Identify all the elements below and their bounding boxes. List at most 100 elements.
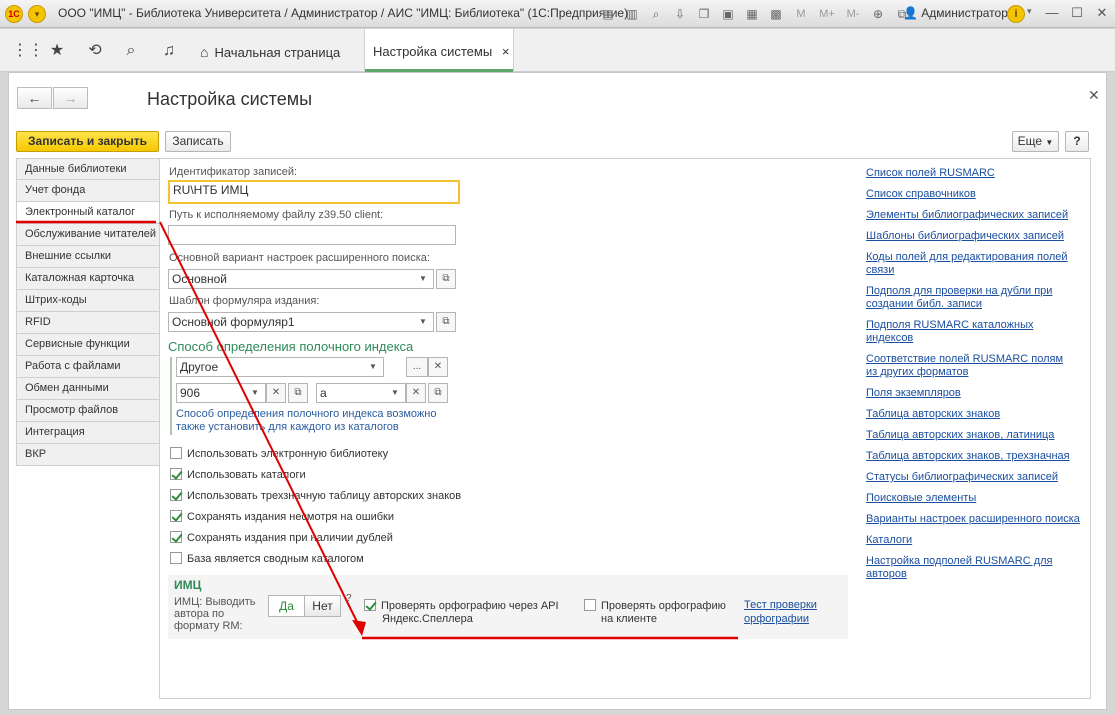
- notifications-bell-icon[interactable]: ♫: [158, 41, 180, 61]
- save-despite-errors-checkbox[interactable]: Сохранять издания несмотря на ошибки: [170, 510, 394, 526]
- reference-link[interactable]: Список полей RUSMARC: [866, 167, 1086, 180]
- reference-link[interactable]: Список справочников: [866, 188, 1086, 201]
- open-icon[interactable]: ⧉: [436, 269, 456, 289]
- clear-icon[interactable]: ✕: [406, 383, 426, 403]
- nav-item[interactable]: Каталожная карточка: [16, 268, 160, 290]
- nav-item[interactable]: Обмен данными: [16, 378, 160, 400]
- form-close-icon[interactable]: ✕: [1088, 87, 1100, 104]
- print-icon[interactable]: ▤: [598, 4, 618, 24]
- nav-item-active[interactable]: Электронный каталог: [16, 202, 160, 224]
- nav-item[interactable]: RFID: [16, 312, 160, 334]
- forward-button[interactable]: →: [53, 87, 88, 109]
- main-menu-button[interactable]: ▾: [28, 5, 46, 23]
- reference-link[interactable]: Таблица авторских знаков, латиница: [866, 429, 1086, 442]
- shelf-subfield-code-select[interactable]: a ▼: [316, 383, 406, 403]
- reference-link[interactable]: Шаблоны библиографических записей: [866, 230, 1086, 243]
- clear-icon[interactable]: ✕: [428, 357, 448, 377]
- back-button[interactable]: ←: [17, 87, 52, 109]
- spellcheck-test-link-line-2[interactable]: орфографии: [744, 613, 809, 625]
- shelf-index-section-title: Способ определения полочного индекса: [168, 339, 414, 354]
- zoom-icon[interactable]: ⊕: [868, 4, 888, 24]
- template-select[interactable]: Основной формуляр1 ▼: [168, 312, 434, 332]
- apps-grid-icon[interactable]: ⋮⋮: [12, 41, 44, 61]
- help-question-icon[interactable]: ?: [346, 593, 352, 604]
- reference-link[interactable]: Варианты настроек расширенного поиска: [866, 513, 1086, 526]
- nav-item[interactable]: Работа с файлами: [16, 356, 160, 378]
- reference-link[interactable]: Поля экземпляров: [866, 387, 1086, 400]
- ellipsis-button[interactable]: ...: [406, 357, 428, 377]
- nav-item[interactable]: Обслуживание читателей: [16, 224, 160, 246]
- search-icon[interactable]: ⌕: [120, 41, 142, 61]
- more-menu-button[interactable]: Еще ▼: [1012, 131, 1059, 152]
- reference-link[interactable]: Подполя RUSMARC каталожных индексов: [866, 319, 1086, 345]
- save-and-close-button[interactable]: Записать и закрыть: [16, 131, 159, 152]
- copy-icon[interactable]: ❐: [694, 4, 714, 24]
- minimize-icon[interactable]: —: [1043, 5, 1061, 20]
- search-variant-select[interactable]: Основной ▼: [168, 269, 434, 289]
- open-icon[interactable]: ⧉: [288, 383, 308, 403]
- chevron-down-icon[interactable]: ▼: [415, 270, 431, 288]
- spellcheck-test-link[interactable]: Тест проверки: [744, 599, 817, 611]
- reference-link[interactable]: Коды полей для редактирования полей связи: [866, 251, 1086, 277]
- reference-link[interactable]: Таблица авторских знаков, трехзначная: [866, 450, 1086, 463]
- chevron-down-icon[interactable]: ▼: [415, 313, 431, 331]
- reference-link[interactable]: Поисковые элементы: [866, 492, 1086, 505]
- toggle-yes[interactable]: Да: [269, 596, 305, 616]
- chevron-down-icon[interactable]: ▼: [247, 384, 263, 402]
- tab-system-settings[interactable]: Настройка системы ×: [364, 29, 514, 72]
- use-catalogs-checkbox[interactable]: Использовать каталоги: [170, 468, 306, 484]
- use-e-library-checkbox[interactable]: Использовать электронную библиотеку: [170, 447, 388, 463]
- checkbox-label: Использовать трехзначную таблицу авторск…: [187, 490, 462, 502]
- reference-link[interactable]: Подполя для проверки на дубли при создани…: [866, 285, 1086, 311]
- memory-minus-button[interactable]: M-: [842, 4, 864, 24]
- rm-format-toggle[interactable]: Да Нет: [268, 595, 341, 617]
- nav-item[interactable]: Сервисные функции: [16, 334, 160, 356]
- info-dropdown-icon[interactable]: ▾: [1027, 6, 1032, 17]
- window-close-icon[interactable]: ✕: [1093, 5, 1111, 21]
- tab-home[interactable]: ⌂ Начальная страница: [192, 29, 348, 72]
- reference-link[interactable]: Соответствие полей RUSMARC полям из други…: [866, 353, 1086, 379]
- reference-link[interactable]: Элементы библиографических записей: [866, 209, 1086, 222]
- reference-link[interactable]: Статусы библиографических записей: [866, 471, 1086, 484]
- reference-link[interactable]: Настройка подполей RUSMARC для авторов: [866, 555, 1086, 581]
- favorites-star-icon[interactable]: ★: [46, 41, 68, 61]
- use-three-digit-table-checkbox[interactable]: Использовать трехзначную таблицу авторск…: [170, 489, 461, 505]
- nav-item[interactable]: Интеграция: [16, 422, 160, 444]
- memory-plus-button[interactable]: M+: [816, 4, 838, 24]
- save-with-duplicates-checkbox[interactable]: Сохранять издания при наличии дублей: [170, 531, 393, 547]
- nav-item[interactable]: Учет фонда: [16, 180, 160, 202]
- save-file-icon[interactable]: ⇩: [670, 4, 690, 24]
- chevron-down-icon[interactable]: ▼: [365, 358, 381, 376]
- nav-item[interactable]: ВКР: [16, 444, 160, 466]
- paste-icon[interactable]: ▣: [718, 4, 738, 24]
- shelf-field-code-select[interactable]: 906 ▼: [176, 383, 266, 403]
- help-button[interactable]: ?: [1065, 131, 1089, 152]
- info-button[interactable]: i: [1007, 5, 1025, 23]
- history-icon[interactable]: ⟲: [84, 41, 106, 61]
- nav-item[interactable]: Просмотр файлов: [16, 400, 160, 422]
- union-catalog-checkbox[interactable]: База является сводным каталогом: [170, 552, 364, 568]
- save-button[interactable]: Записать: [165, 131, 231, 152]
- reference-link[interactable]: Каталоги: [866, 534, 1086, 547]
- current-user[interactable]: 👤 Администратор: [903, 6, 1008, 20]
- calculator-icon[interactable]: ▦: [742, 4, 762, 24]
- chevron-down-icon[interactable]: ▼: [387, 384, 403, 402]
- nav-item[interactable]: Штрих-коды: [16, 290, 160, 312]
- maximize-icon[interactable]: ☐: [1068, 5, 1086, 21]
- open-icon[interactable]: ⧉: [436, 312, 456, 332]
- open-icon[interactable]: ⧉: [428, 383, 448, 403]
- reference-link-line: Поисковые элементы: [866, 492, 977, 504]
- shelf-method-select[interactable]: Другое ▼: [176, 357, 384, 377]
- record-id-input[interactable]: RU\НТБ ИМЦ: [168, 180, 460, 204]
- reference-link[interactable]: Таблица авторских знаков: [866, 408, 1086, 421]
- nav-item[interactable]: Внешние ссылки: [16, 246, 160, 268]
- nav-item[interactable]: Данные библиотеки: [16, 158, 160, 180]
- clear-icon[interactable]: ✕: [266, 383, 286, 403]
- preview-search-icon[interactable]: ⌕: [646, 4, 666, 24]
- memory-m-button[interactable]: M: [790, 4, 812, 24]
- calendar-icon[interactable]: ▩: [766, 4, 786, 24]
- print-preview-icon[interactable]: ▥: [622, 4, 642, 24]
- tab-close-icon[interactable]: ×: [502, 44, 510, 59]
- toggle-no[interactable]: Нет: [305, 596, 340, 616]
- z3950-path-input[interactable]: [168, 225, 456, 245]
